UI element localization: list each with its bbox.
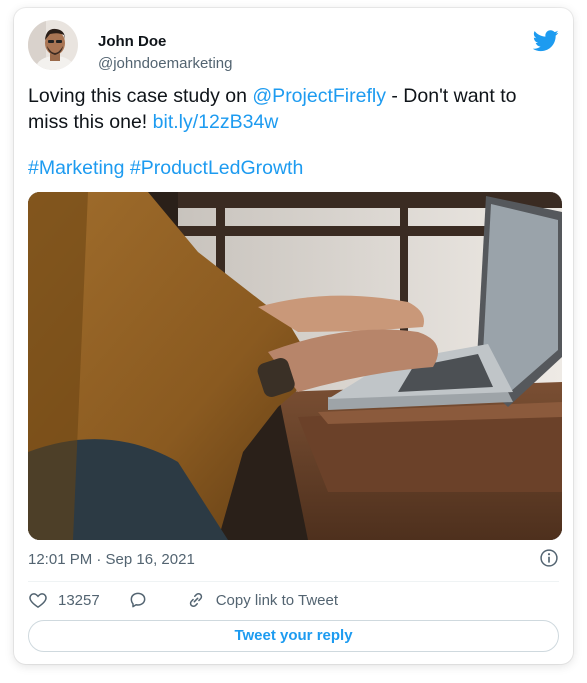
heart-icon [29, 593, 47, 608]
tweet-header: John Doe @johndoemarketing [28, 18, 559, 74]
tweet-text: Loving this case study on @ProjectFirefl… [28, 83, 558, 135]
hashtag-link[interactable]: #ProductLedGrowth [130, 157, 303, 179]
reply-icon [130, 592, 146, 608]
link-icon [189, 592, 202, 608]
like-button[interactable]: 13257 [28, 590, 100, 610]
copy-link-button[interactable]: Copy link to Tweet [186, 590, 338, 610]
twitter-bird-icon[interactable] [533, 30, 559, 52]
tweet-actions: 13257 Copy link to Tweet [28, 588, 366, 612]
like-count: 13257 [58, 591, 100, 609]
avatar-image [28, 20, 78, 70]
tweet-timestamp[interactable]: 12:01 PM · Sep 16, 2021 [28, 551, 195, 568]
avatar[interactable] [28, 20, 78, 70]
hashtag-link[interactable]: #Marketing [28, 157, 124, 179]
copy-link-label: Copy link to Tweet [215, 591, 339, 609]
tweet-photo[interactable] [28, 192, 562, 540]
reply-button[interactable] [128, 590, 158, 610]
short-link[interactable]: bit.ly/12zB34w [153, 111, 279, 133]
laptop-photo-image [28, 192, 562, 540]
tweet-text-part: Loving this case study on [28, 85, 253, 107]
hashtags: #Marketing #ProductLedGrowth [28, 155, 303, 181]
tweet-your-reply-button[interactable]: Tweet your reply [28, 620, 559, 652]
info-icon[interactable] [539, 548, 559, 568]
mention-link[interactable]: @ProjectFirefly [252, 85, 386, 107]
tweet-card: John Doe @johndoemarketing Loving this c… [14, 8, 573, 664]
divider [28, 581, 559, 582]
author-handle[interactable]: @johndoemarketing [98, 55, 232, 72]
author-name[interactable]: John Doe [98, 33, 166, 50]
